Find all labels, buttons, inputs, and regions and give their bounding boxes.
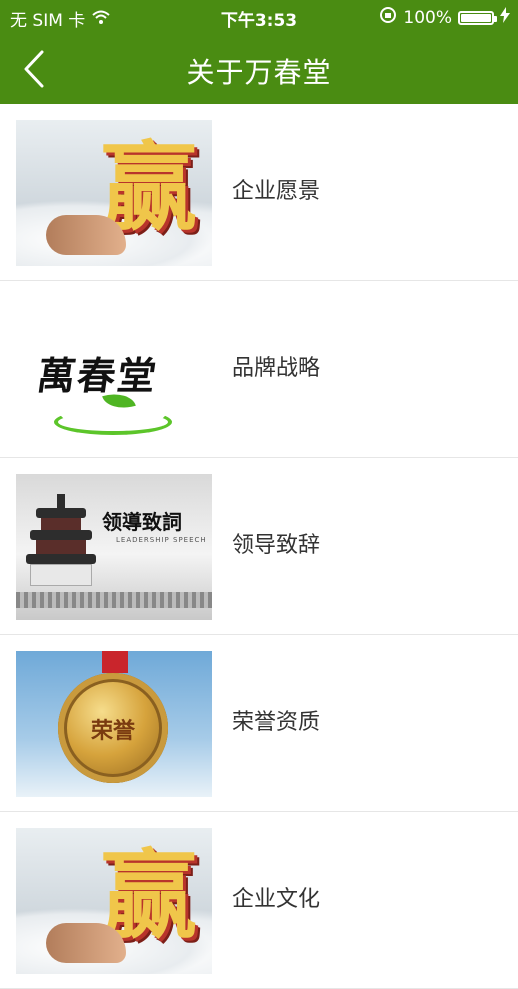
leadership-thumbnail: 领導致詞 LEADERSHIP SPEECH (16, 474, 212, 620)
status-bar: 无 SIM 卡 下午3:53 100% (0, 0, 518, 34)
battery-icon (458, 10, 497, 25)
list-item-label: 企业文化 (232, 887, 321, 912)
handshake-image (46, 923, 126, 963)
nav-bar: 关于万春堂 (0, 34, 518, 104)
about-list: 赢 企业愿景 萬春堂 品牌战略 领導致詞 LEADERSHIP SPEECH 领… (0, 104, 518, 989)
temple-image (26, 494, 96, 604)
brand-logo-text: 萬春堂 (34, 353, 161, 398)
list-item-label: 领导致辞 (232, 533, 321, 558)
rotation-lock-icon (379, 6, 397, 29)
list-item-vision[interactable]: 赢 企业愿景 (0, 104, 518, 281)
brand-logo: 萬春堂 (16, 297, 212, 443)
medal-image: 荣誉 (58, 673, 168, 783)
leadership-calligraphy: 领導致詞 (102, 510, 182, 534)
clock: 下午3:53 (220, 11, 298, 31)
vision-thumbnail: 赢 (16, 120, 212, 266)
list-item-brand-strategy[interactable]: 萬春堂 品牌战略 (0, 281, 518, 458)
charging-icon (500, 7, 510, 28)
battery-percent: 100% (403, 7, 452, 28)
list-item-honors[interactable]: 荣誉 荣誉资质 (0, 635, 518, 812)
handshake-image (46, 215, 126, 255)
culture-thumbnail: 赢 (16, 828, 212, 974)
list-item-label: 品牌战略 (232, 356, 321, 381)
list-item-label: 荣誉资质 (232, 710, 321, 735)
list-item-leadership-speech[interactable]: 领導致詞 LEADERSHIP SPEECH 领导致辞 (0, 458, 518, 635)
medal-text: 荣誉 (90, 718, 135, 744)
page-title: 关于万春堂 (186, 56, 332, 89)
honors-thumbnail: 荣誉 (16, 651, 212, 797)
leadership-subtext: LEADERSHIP SPEECH (116, 536, 207, 544)
list-item-label: 企业愿景 (232, 179, 321, 204)
list-item-culture[interactable]: 赢 企业文化 (0, 812, 518, 989)
swirl-graphic (54, 409, 172, 435)
